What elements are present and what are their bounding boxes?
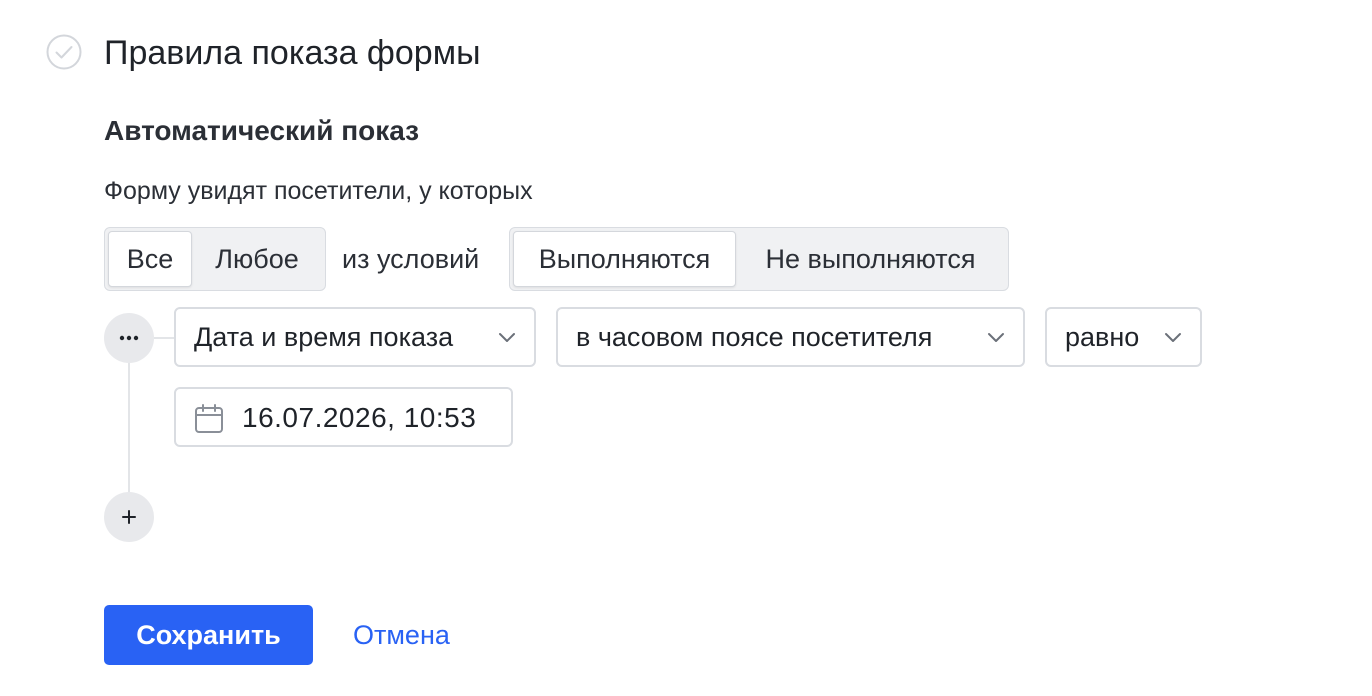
match-any-option[interactable]: Любое [192, 231, 322, 287]
calendar-icon [195, 404, 223, 433]
timezone-value: в часовом поясе посетителя [576, 321, 933, 352]
chevron-down-icon [499, 333, 515, 342]
condition-tree-branch [154, 337, 176, 339]
date-time-value: 16.07.2026, 10:53 [242, 402, 477, 433]
check-circle-icon [46, 34, 82, 70]
match-all-option[interactable]: Все [108, 231, 192, 287]
condition-mode-toggle: Выполняются Не выполняются [509, 227, 1009, 291]
date-time-input[interactable]: 16.07.2026, 10:53 [174, 387, 513, 447]
operator-select[interactable]: равно [1045, 307, 1202, 367]
chevron-down-icon [988, 333, 1004, 342]
chevron-down-icon [1165, 333, 1181, 342]
cancel-link[interactable]: Отмена [353, 617, 450, 653]
conditions-met-option[interactable]: Выполняются [513, 231, 736, 287]
conditions-not-met-option[interactable]: Не выполняются [736, 231, 1005, 287]
add-condition-button[interactable] [104, 492, 154, 542]
ellipsis-icon [119, 335, 139, 341]
operator-value: равно [1065, 321, 1140, 352]
rule-description: Форму увидят посетители, у которых [104, 177, 533, 205]
condition-field-select[interactable]: Дата и время показа [174, 307, 536, 367]
condition-more-button[interactable] [104, 313, 154, 363]
section-title: Автоматический показ [104, 115, 420, 146]
save-button[interactable]: Сохранить [104, 605, 313, 665]
timezone-select[interactable]: в часовом поясе посетителя [556, 307, 1025, 367]
match-mode-toggle: Все Любое [104, 227, 326, 291]
plus-icon [122, 510, 136, 524]
conditions-label: из условий [342, 244, 480, 274]
page-title: Правила показа формы [104, 34, 481, 72]
condition-tree-line [128, 362, 130, 494]
condition-field-value: Дата и время показа [194, 321, 454, 352]
